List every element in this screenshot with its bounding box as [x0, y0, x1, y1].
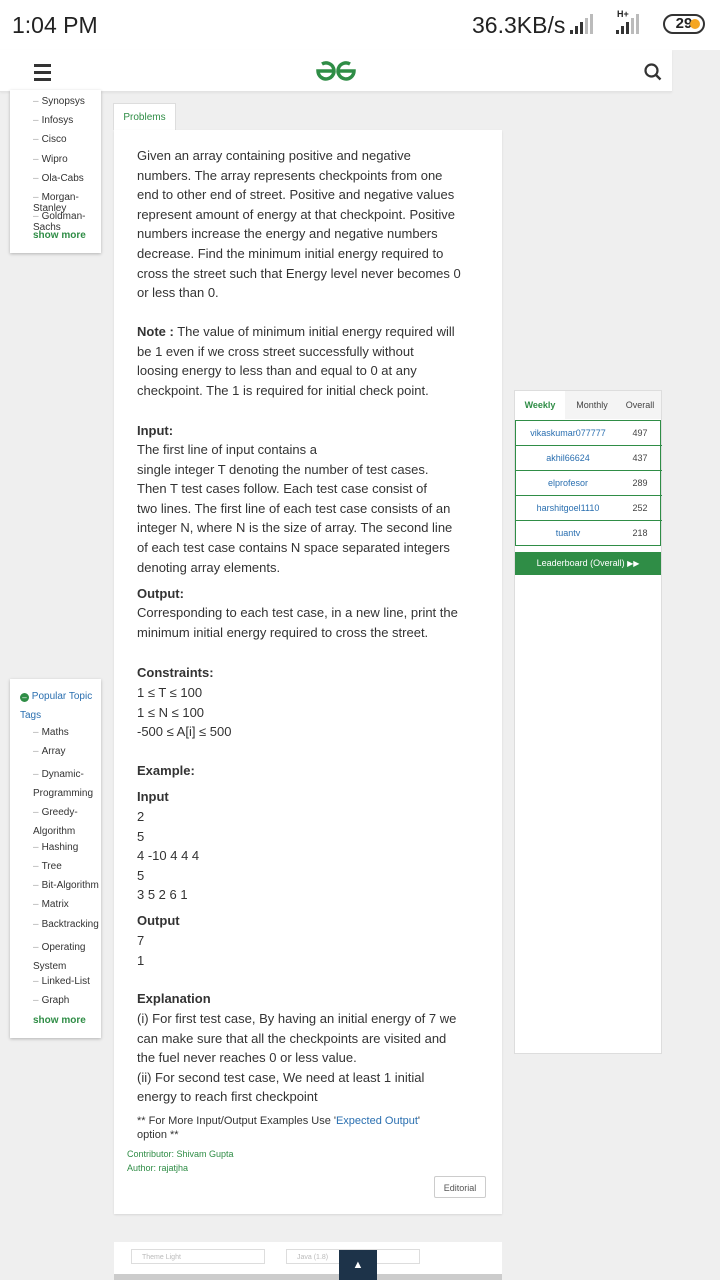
topic-tags-show-more[interactable]: show more — [33, 1015, 86, 1026]
leaderboard-row: harshitgoel1110 252 — [516, 496, 662, 521]
leaderboard-row: vikaskumar077777 497 — [516, 421, 662, 446]
leaderboard-panel: Weekly Monthly Overall vikaskumar077777 … — [514, 390, 662, 1054]
problem-note: Note : The value of minimum initial ener… — [137, 324, 455, 398]
leaderboard-table: vikaskumar077777 497 akhil66624 437 elpr… — [515, 420, 662, 546]
company-tags-show-more[interactable]: show more — [33, 230, 86, 241]
leaderboard-score: 218 — [632, 528, 648, 538]
leaderboard-score: 497 — [632, 428, 648, 438]
example-output-heading: Output — [137, 913, 180, 928]
leaderboard-user-link[interactable]: vikaskumar077777 — [516, 428, 620, 438]
input-heading: Input: — [137, 423, 174, 438]
leaderboard-tabs: Weekly Monthly Overall — [515, 391, 661, 419]
scroll-to-top-button[interactable]: ▲ — [339, 1250, 377, 1280]
leaderboard-user-link[interactable]: tuantv — [516, 528, 620, 538]
topic-tag-item[interactable]: – Maths — [33, 727, 69, 738]
battery-charge-dot — [690, 19, 700, 29]
hamburger-menu-icon[interactable] — [34, 64, 51, 85]
leaderboard-row: tuantv 218 — [516, 521, 662, 546]
expected-output-link[interactable]: Expected Output — [336, 1115, 418, 1127]
problem-description: Given an array containing positive and n… — [137, 148, 461, 301]
example-output: 7 1 — [137, 933, 145, 968]
contributor-link[interactable]: Contributor: Shivam Gupta — [127, 1149, 234, 1159]
network-speed: 36.3KB/s — [472, 12, 566, 38]
company-tag-item[interactable]: – Infosys — [33, 115, 73, 126]
topic-tag-item[interactable]: – Backtracking — [33, 919, 99, 930]
gfg-logo-icon[interactable] — [314, 58, 358, 84]
company-tag-item[interactable]: – Cisco — [33, 134, 67, 145]
company-tag-item[interactable]: – Wipro — [33, 154, 68, 165]
leaderboard-user-link[interactable]: harshitgoel1110 — [516, 503, 620, 513]
leaderboard-overall-button[interactable]: Leaderboard (Overall) ▶▶ — [515, 552, 661, 575]
company-tag-item[interactable]: – Ola-Cabs — [33, 173, 84, 184]
minus-circle-icon[interactable]: – — [20, 693, 29, 702]
tab-problems[interactable]: Problems — [113, 103, 176, 130]
more-examples-note: ** For More Input/Output Examples Use 'E… — [137, 1115, 421, 1141]
topic-tag-item[interactable]: – Greedy-Algorithm — [33, 803, 103, 841]
search-icon[interactable] — [644, 63, 662, 81]
topic-tags-title: – Popular Topic Tags — [20, 691, 93, 721]
example-input-heading: Input — [137, 789, 169, 804]
explanation-text: (i) For first test case, By having an in… — [137, 1011, 457, 1105]
leaderboard-row: akhil66624 437 — [516, 446, 662, 471]
leaderboard-score: 289 — [632, 478, 648, 488]
leaderboard-score: 252 — [632, 503, 648, 513]
editor-toolbar-edge — [114, 1274, 502, 1280]
constraints-list: 1 ≤ T ≤ 100 1 ≤ N ≤ 100 -500 ≤ A[i] ≤ 50… — [137, 685, 232, 740]
output-description: Corresponding to each test case, in a ne… — [137, 605, 458, 640]
theme-select[interactable]: Theme Light — [131, 1249, 265, 1264]
editor-controls-bar: Theme Light Java (1.8) — [114, 1242, 502, 1280]
editorial-button[interactable]: Editorial — [434, 1176, 486, 1198]
note-label: Note : — [137, 324, 174, 339]
example-heading: Example: — [137, 763, 195, 778]
example-input: 2 5 4 -10 4 4 4 5 3 5 2 6 1 — [137, 809, 200, 903]
topic-tag-item[interactable]: – Tree — [33, 861, 62, 872]
input-description: The first line of input contains a singl… — [137, 442, 453, 575]
company-tag-item[interactable]: – Synopsys — [33, 96, 85, 107]
double-chevron-right-icon: ▶▶ — [627, 559, 640, 568]
signal-icon — [570, 14, 593, 34]
output-heading: Output: — [137, 586, 184, 601]
tab-overall[interactable]: Overall — [619, 391, 661, 419]
topic-tag-item[interactable]: – Hashing — [33, 842, 78, 853]
author-link[interactable]: Author: rajatjha — [127, 1163, 188, 1173]
leaderboard-row: elprofesor 289 — [516, 471, 662, 496]
tab-monthly[interactable]: Monthly — [565, 391, 619, 419]
explanation-heading: Explanation — [137, 991, 211, 1006]
topic-tag-item[interactable]: – Array — [33, 746, 65, 757]
topic-tag-item[interactable]: – Graph — [33, 995, 69, 1006]
topic-tags-panel: – Popular Topic Tags – Maths – Array – Dyna… — [10, 679, 101, 1038]
problem-statement-card: Given an array containing positive and n… — [114, 130, 502, 1214]
leaderboard-user-link[interactable]: akhil66624 — [516, 453, 620, 463]
topic-tag-item[interactable]: – Operating System — [33, 938, 103, 976]
topic-tag-item[interactable]: – Bit-Algorithm — [33, 880, 99, 891]
topic-tag-item[interactable]: – Linked-List — [33, 976, 90, 987]
company-tags-panel: – Synopsys – Infosys – Cisco – Wipro – Ola-Ca… — [10, 90, 101, 253]
status-time: 1:04 PM — [12, 12, 98, 38]
topic-tag-item[interactable]: – Matrix — [33, 899, 69, 910]
top-navigation — [0, 50, 672, 92]
topic-tag-item[interactable]: – Dynamic-Programming — [33, 765, 103, 803]
constraints-heading: Constraints: — [137, 665, 214, 680]
battery-icon: 29 — [663, 14, 705, 34]
leaderboard-score: 437 — [632, 453, 648, 463]
signal-icon-secondary — [616, 14, 639, 34]
tab-weekly[interactable]: Weekly — [515, 391, 566, 419]
leaderboard-user-link[interactable]: elprofesor — [516, 478, 620, 488]
status-bar: 1:04 PM 36.3KB/s H+ 29 — [0, 0, 720, 50]
